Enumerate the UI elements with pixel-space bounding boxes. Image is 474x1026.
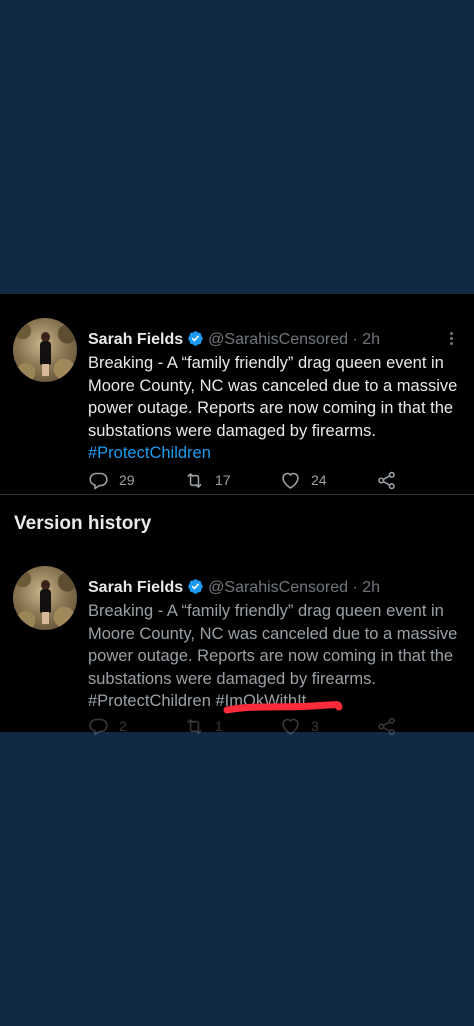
- separator-dot: ·: [352, 331, 358, 348]
- handle[interactable]: @SarahisCensored: [208, 331, 348, 348]
- like-count: 3: [311, 718, 319, 734]
- tweet-actions: 2 1 3: [88, 714, 408, 738]
- avatar-figure-legs: [42, 612, 49, 624]
- retweet-icon: [187, 472, 202, 488]
- avatar[interactable]: [13, 318, 77, 382]
- avatar[interactable]: [13, 566, 77, 630]
- retweet-button[interactable]: 17: [184, 468, 231, 492]
- divider: [0, 494, 474, 495]
- retweet-button[interactable]: 1: [184, 714, 223, 738]
- tweet-text: Breaking - A “family friendly” drag quee…: [88, 354, 458, 440]
- tweet-text: Breaking - A “family friendly” drag quee…: [88, 602, 458, 688]
- retweet-count: 17: [215, 472, 231, 488]
- tweet-panel: Sarah Fields @SarahisCensored · 2h Breaki…: [0, 294, 474, 736]
- reply-button[interactable]: 2: [88, 714, 127, 738]
- like-icon: [282, 472, 299, 489]
- red-scribble-annotation: [223, 701, 343, 714]
- reply-icon: [89, 472, 108, 490]
- timestamp[interactable]: 2h: [362, 579, 380, 596]
- retweet-icon: [187, 718, 202, 734]
- share-icon: [378, 471, 395, 489]
- share-icon: [378, 717, 395, 735]
- reply-count: 29: [119, 472, 135, 488]
- more-icon[interactable]: [444, 330, 458, 348]
- like-count: 24: [311, 472, 327, 488]
- reply-icon: [89, 718, 108, 736]
- tweet-body: Breaking - A “family friendly” drag quee…: [88, 600, 466, 713]
- separator: ·: [348, 331, 362, 348]
- hashtag-link[interactable]: #ProtectChildren: [88, 444, 211, 462]
- separator-dot: ·: [352, 579, 358, 596]
- version-history-heading: Version history: [14, 513, 152, 534]
- reply-count: 2: [119, 718, 127, 734]
- like-icon: [282, 718, 299, 735]
- tweet-actions: 29 17 24: [88, 468, 408, 492]
- verified-badge-icon: [188, 331, 203, 346]
- like-button[interactable]: 24: [280, 468, 327, 492]
- share-button[interactable]: [376, 468, 407, 492]
- verified-badge-icon: [188, 579, 203, 594]
- tweet-header: Sarah Fields @SarahisCensored · 2h: [88, 578, 380, 598]
- display-name[interactable]: Sarah Fields: [88, 579, 183, 596]
- retweet-count: 1: [215, 718, 223, 734]
- like-button[interactable]: 3: [280, 714, 319, 738]
- handle[interactable]: @SarahisCensored: [208, 579, 348, 596]
- avatar-figure-body: [40, 589, 51, 613]
- avatar-figure-legs: [42, 364, 49, 376]
- share-button[interactable]: [376, 714, 407, 738]
- display-name[interactable]: Sarah Fields: [88, 331, 183, 348]
- reply-button[interactable]: 29: [88, 468, 135, 492]
- tweet-body: Breaking - A “family friendly” drag quee…: [88, 352, 466, 465]
- timestamp[interactable]: 2h: [362, 331, 380, 348]
- tweet-header: Sarah Fields @SarahisCensored · 2h: [88, 330, 380, 350]
- avatar-figure-body: [40, 341, 51, 365]
- separator: ·: [348, 579, 362, 596]
